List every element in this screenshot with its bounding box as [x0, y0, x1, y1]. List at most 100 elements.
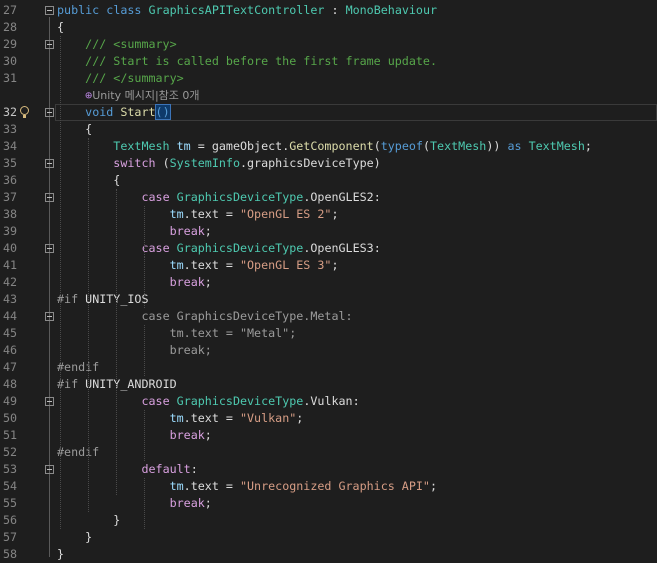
code-line[interactable]: 48 #if UNITY_ANDROID	[0, 376, 657, 393]
code-token: .text =	[183, 411, 240, 425]
code-line[interactable]: 43 #if UNITY_IOS	[0, 291, 657, 308]
line-number: 30	[3, 54, 18, 68]
code-token: #endif	[57, 445, 100, 459]
code-token: "Vulkan"	[239, 411, 297, 425]
collapse-toggle-icon[interactable]	[45, 40, 54, 49]
lightbulb-icon[interactable]	[20, 106, 29, 118]
code-text: tm.text = "Vulkan";	[57, 410, 304, 427]
code-token: tm	[169, 411, 184, 425]
codelens-text[interactable]: Unity 메시지|참조 0개	[92, 89, 199, 102]
line-number: 36	[3, 173, 18, 187]
code-token: GraphicsDeviceType	[176, 241, 304, 255]
code-token: case	[141, 394, 170, 408]
code-line[interactable]: 31 /// </summary>	[0, 70, 657, 87]
code-line[interactable]: 37 case GraphicsDeviceType.OpenGLES2:	[0, 189, 657, 206]
code-text: tm.text = "Metal";	[57, 325, 297, 342]
code-token: tm.text = "Metal";	[169, 326, 297, 340]
code-token: /// </summary>	[85, 71, 184, 85]
code-line[interactable]: 33 {	[0, 121, 657, 138]
code-line[interactable]: 52 #endif	[0, 444, 657, 461]
line-number: 46	[3, 343, 18, 357]
code-token: MonoBehaviour	[345, 3, 438, 17]
code-line[interactable]: 41 tm.text = "OpenGL ES 3";	[0, 257, 657, 274]
code-line[interactable]: 29 /// <summary>	[0, 36, 657, 53]
code-line[interactable]: 36 {	[0, 172, 657, 189]
line-number: 56	[3, 513, 18, 527]
code-line[interactable]: 30 /// Start is called before the first …	[0, 53, 657, 70]
code-line[interactable]: 27 public class GraphicsAPITextController…	[0, 2, 657, 19]
codelens-row[interactable]: ⊕Unity 메시지|참조 0개	[0, 87, 657, 104]
line-number: 43	[3, 292, 18, 306]
collapse-toggle-icon[interactable]	[45, 397, 54, 406]
line-number: 44	[3, 309, 18, 323]
code-line[interactable]: 50 tm.text = "Vulkan";	[0, 410, 657, 427]
code-line[interactable]: 44 case GraphicsDeviceType.Metal:	[0, 308, 657, 325]
code-line[interactable]: 51 break;	[0, 427, 657, 444]
line-number: 49	[3, 394, 18, 408]
code-line[interactable]: 54 tm.text = "Unrecognized Graphics API"…	[0, 478, 657, 495]
code-token: .Vulkan:	[303, 394, 360, 408]
line-number: 55	[3, 496, 18, 510]
collapse-toggle-icon[interactable]	[45, 244, 54, 253]
code-text: tm.text = "Unrecognized Graphics API";	[57, 478, 437, 495]
collapse-toggle-icon[interactable]	[45, 312, 54, 321]
code-token: #endif	[57, 360, 100, 374]
code-token: ;	[331, 207, 339, 221]
code-token: TextMesh	[113, 139, 170, 153]
code-token: .text =	[183, 207, 240, 221]
code-editor[interactable]: 27 public class GraphicsAPITextController…	[0, 0, 657, 563]
collapse-toggle-icon[interactable]	[45, 193, 54, 202]
collapse-toggle-icon[interactable]	[45, 6, 54, 15]
code-token: Start	[120, 105, 156, 119]
line-number: 34	[3, 139, 18, 153]
code-line[interactable]: 53 default:	[0, 461, 657, 478]
code-text: case GraphicsDeviceType.Metal:	[57, 308, 353, 325]
code-token: tm	[169, 207, 184, 221]
code-line[interactable]: 58}	[0, 546, 657, 563]
indent-guide	[144, 257, 146, 308]
code-token: (	[373, 139, 381, 153]
code-text: break;	[57, 223, 212, 240]
code-line[interactable]: 46 break;	[0, 342, 657, 359]
collapse-toggle-icon[interactable]	[45, 159, 54, 168]
code-line[interactable]: 32 void Start()	[0, 104, 657, 121]
code-line[interactable]: 38 tm.text = "OpenGL ES 2";	[0, 206, 657, 223]
code-line[interactable]: 28 {	[0, 19, 657, 36]
code-token: case GraphicsDeviceType.Metal:	[141, 309, 353, 323]
code-text: tm.text = "OpenGL ES 2";	[57, 206, 339, 223]
code-line[interactable]: 35 switch (SystemInfo.graphicsDeviceType…	[0, 155, 657, 172]
code-line[interactable]: 34 TextMesh tm = gameObject.GetComponent…	[0, 138, 657, 155]
code-text: /// <summary>	[57, 36, 176, 53]
code-line[interactable]: 49 case GraphicsDeviceType.Vulkan:	[0, 393, 657, 410]
code-line[interactable]: 47 #endif	[0, 359, 657, 376]
collapse-toggle-icon[interactable]	[45, 108, 54, 117]
code-line[interactable]: 40 case GraphicsDeviceType.OpenGLES3:	[0, 240, 657, 257]
code-line[interactable]: 45 tm.text = "Metal";	[0, 325, 657, 342]
code-line[interactable]: 55 break;	[0, 495, 657, 512]
code-token: ;	[204, 428, 212, 442]
code-text: /// Start is called before the first fra…	[57, 53, 437, 70]
code-token: class	[106, 3, 142, 17]
code-line[interactable]: 57 }	[0, 529, 657, 546]
code-text: case GraphicsDeviceType.OpenGLES2:	[57, 189, 380, 206]
collapse-toggle-icon[interactable]	[45, 465, 54, 474]
code-line[interactable]: 39 break;	[0, 223, 657, 240]
code-line[interactable]: 42 break;	[0, 274, 657, 291]
indent-guide	[144, 325, 146, 376]
indent-guide	[88, 138, 90, 512]
line-number: 28	[3, 20, 18, 34]
code-text: break;	[57, 495, 212, 512]
code-line[interactable]: 56 }	[0, 512, 657, 529]
code-token: .OpenGLES3:	[303, 241, 381, 255]
code-token: break	[169, 275, 205, 289]
